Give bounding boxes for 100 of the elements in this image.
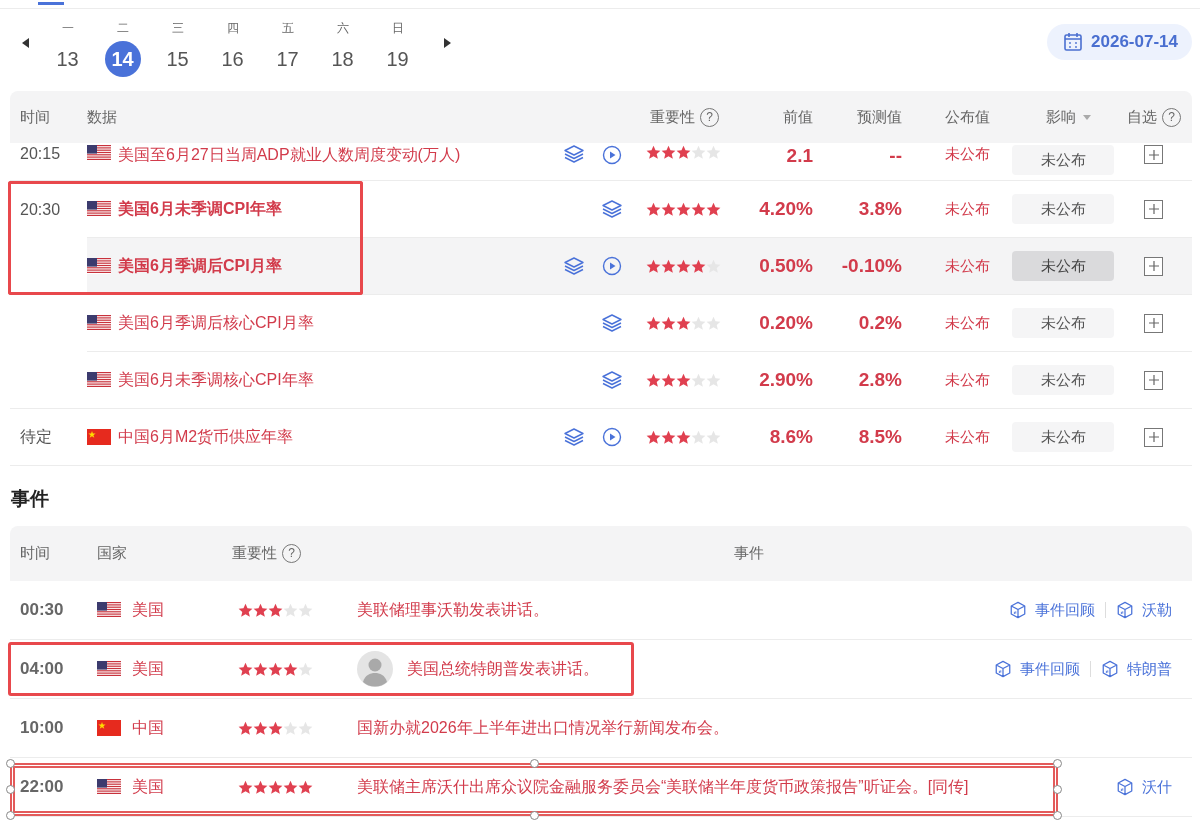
column-header: 数据 — [87, 107, 117, 127]
event-link[interactable]: 事件回顾 — [984, 659, 1090, 679]
day-tab[interactable]: 二 14 — [95, 19, 150, 77]
play-icon[interactable] — [602, 427, 622, 447]
cube-icon[interactable] — [994, 660, 1012, 678]
day-tab[interactable]: 五 17 — [260, 19, 315, 77]
country-name: 美国 — [132, 776, 164, 797]
day-number: 14 — [104, 40, 141, 77]
star-icon — [706, 145, 721, 160]
add-button[interactable] — [1144, 256, 1163, 276]
star-icon — [268, 661, 283, 677]
impact-button[interactable]: 未公布 — [1012, 194, 1114, 224]
star-icon — [283, 779, 298, 795]
layers-icon[interactable] — [564, 145, 584, 163]
indicator-name[interactable]: 美国6月未季调CPI年率 — [118, 198, 282, 220]
indicator-name[interactable]: 美国6月未季调核心CPI年率 — [118, 369, 314, 391]
layers-icon[interactable] — [602, 200, 622, 218]
forecast-value: -0.10% — [841, 255, 902, 277]
event-link[interactable]: 沃勒 — [1106, 600, 1182, 620]
plus-icon[interactable] — [1148, 318, 1159, 328]
indicator-name[interactable]: 美国至6月27日当周ADP就业人数周度变动(万人) — [118, 145, 461, 166]
indicator-name[interactable]: 中国6月M2货币供应年率 — [118, 426, 294, 448]
add-button[interactable] — [1144, 370, 1163, 390]
star-icon — [253, 720, 268, 736]
cube-icon[interactable] — [1116, 778, 1134, 796]
event-description[interactable]: 美联储理事沃勒发表讲话。 — [357, 599, 549, 621]
star-icon — [298, 720, 313, 736]
event-description[interactable]: 国新办就2026年上半年进出口情况举行新闻发布会。 — [357, 717, 729, 739]
day-number: 15 — [165, 46, 190, 72]
previous-value: 2.1 — [786, 145, 813, 167]
event-description[interactable]: 美联储主席沃什出席众议院金融服务委员会“美联储半年度货币政策报告”听证会。[同传] — [357, 776, 969, 798]
star-icon — [676, 145, 691, 160]
star-icon — [646, 429, 661, 445]
star-icon — [676, 315, 691, 331]
star-icon — [298, 661, 313, 677]
impact-button[interactable]: 未公布 — [1012, 365, 1114, 395]
cube-icon[interactable] — [1101, 660, 1119, 678]
impact-button[interactable]: 未公布 — [1012, 145, 1114, 175]
star-icon — [691, 315, 706, 331]
layers-icon[interactable] — [564, 257, 584, 275]
weekday-label: 二 — [116, 19, 129, 37]
column-header: 重要性 — [232, 544, 277, 563]
impact-button[interactable]: 未公布 — [1012, 251, 1114, 281]
impact-button[interactable]: 未公布 — [1012, 308, 1114, 338]
time-label: 10:00 — [19, 718, 64, 738]
plus-icon[interactable] — [1148, 204, 1159, 214]
actual-value: 未公布 — [945, 427, 990, 447]
column-header: 时间 — [20, 107, 50, 127]
cube-icon[interactable] — [1116, 601, 1134, 619]
layers-icon[interactable] — [564, 428, 584, 446]
star-icon — [298, 779, 313, 795]
day-tab[interactable]: 日 19 — [370, 19, 425, 77]
day-number: 13 — [55, 46, 80, 72]
add-button[interactable] — [1144, 199, 1163, 219]
indicator-name[interactable]: 美国6月季调后核心CPI月率 — [118, 312, 314, 334]
column-header: 公布值 — [945, 107, 990, 127]
event-link[interactable]: 特朗普 — [1091, 659, 1182, 679]
next-icon[interactable] — [443, 38, 451, 48]
day-tab[interactable]: 一 13 — [40, 19, 95, 77]
time-label: 20:15 — [19, 145, 61, 163]
tab-indicator — [38, 2, 64, 5]
date-picker[interactable]: 2026-07-14 — [1047, 24, 1192, 60]
impact-button[interactable]: 未公布 — [1012, 422, 1114, 452]
actual-value: 未公布 — [945, 370, 990, 390]
previous-icon[interactable] — [22, 38, 30, 48]
cube-icon[interactable] — [1009, 601, 1027, 619]
section-title: 事件 — [11, 487, 50, 511]
time-label: 待定 — [19, 426, 52, 447]
add-button[interactable] — [1144, 313, 1163, 333]
plus-icon[interactable] — [1148, 261, 1159, 271]
play-icon[interactable] — [602, 256, 622, 276]
plus-icon[interactable] — [1148, 375, 1159, 385]
event-link[interactable]: 沃什 — [1106, 777, 1182, 797]
layers-icon[interactable] — [602, 371, 622, 389]
plus-icon[interactable] — [1148, 432, 1159, 442]
day-tab[interactable]: 四 16 — [205, 19, 260, 77]
day-tab[interactable]: 六 18 — [315, 19, 370, 77]
star-icon — [646, 258, 661, 274]
add-button[interactable] — [1144, 145, 1163, 164]
star-icon — [253, 779, 268, 795]
event-link[interactable]: 事件回顾 — [999, 600, 1105, 620]
play-icon[interactable] — [602, 145, 622, 165]
event-description[interactable]: 美国总统特朗普发表讲话。 — [407, 658, 599, 680]
layers-icon[interactable] — [602, 314, 622, 332]
plus-icon[interactable] — [1148, 149, 1159, 160]
star-icon — [238, 602, 253, 618]
indicator-name[interactable]: 美国6月季调后CPI月率 — [118, 255, 282, 277]
actual-value: 未公布 — [945, 256, 990, 276]
previous-value: 0.20% — [759, 312, 813, 334]
add-button[interactable] — [1144, 427, 1163, 447]
star-icon — [676, 429, 691, 445]
column-header: 事件 — [733, 544, 764, 563]
forecast-value: 3.8% — [858, 198, 902, 220]
previous-value: 0.50% — [759, 255, 813, 277]
day-tab[interactable]: 三 15 — [150, 19, 205, 77]
star-icon — [676, 201, 691, 217]
star-icon — [238, 720, 253, 736]
time-label: 22:00 — [19, 777, 64, 797]
weekday-label: 日 — [391, 19, 404, 37]
actual-value: 未公布 — [945, 199, 990, 219]
